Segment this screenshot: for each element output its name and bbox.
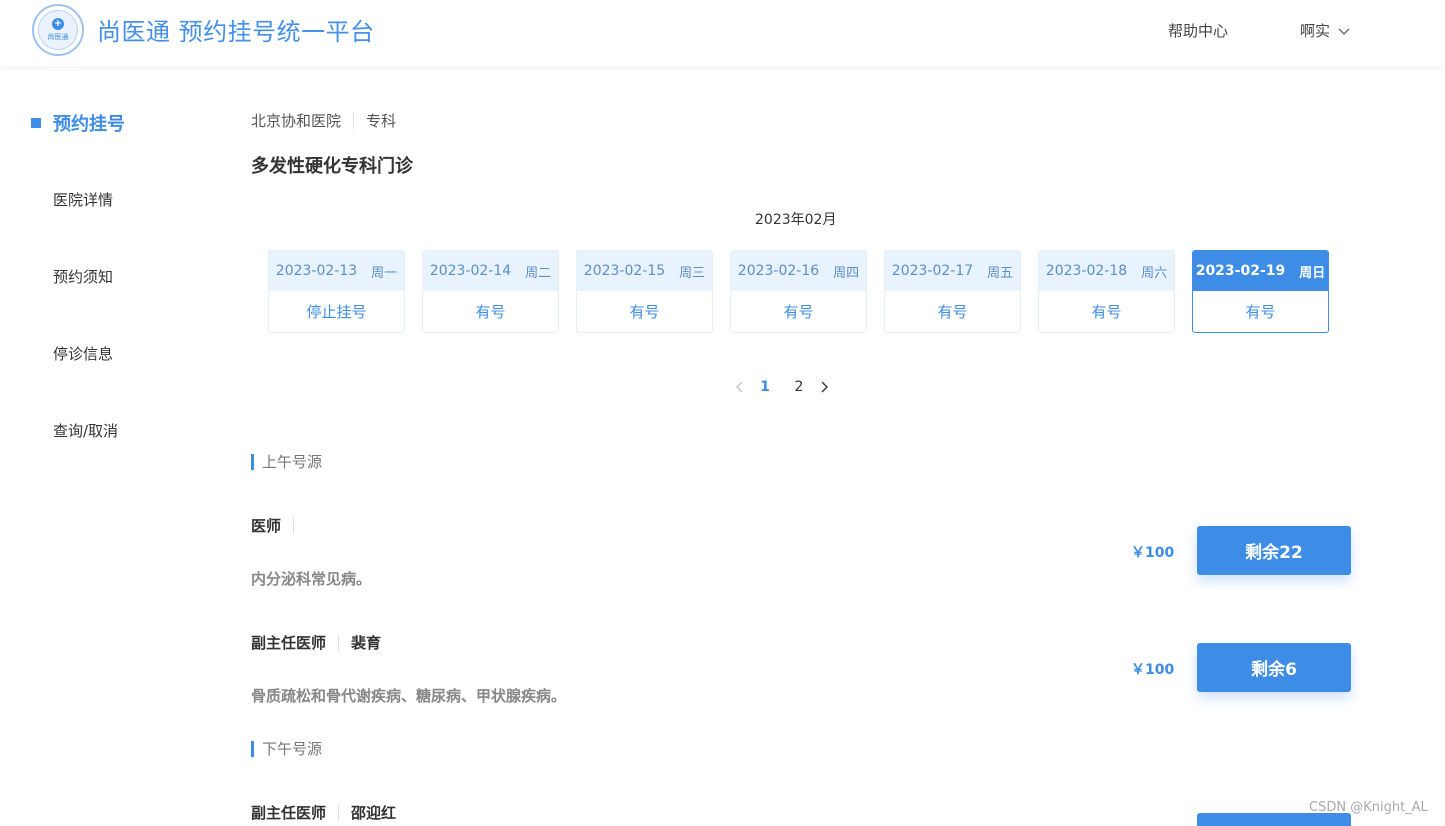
- date-text: 2023-02-13: [275, 263, 358, 279]
- logo-text: 尚医通: [47, 33, 69, 41]
- brand-title[interactable]: 尚医通 预约挂号统一平台: [97, 12, 375, 47]
- sidebar-item-booking-notice[interactable]: 预约须知: [53, 266, 113, 287]
- divider: [353, 112, 355, 129]
- divider: [338, 634, 340, 651]
- date-card[interactable]: 2023-02-17 周五 有号: [884, 250, 1021, 333]
- user-name: 啊实: [1300, 22, 1331, 40]
- book-remaining-button[interactable]: 剩余6: [1197, 643, 1351, 692]
- breadcrumb-hospital[interactable]: 北京协和医院: [251, 110, 341, 131]
- fee-amount: ￥100: [1131, 662, 1175, 678]
- weekday-text: 周四: [833, 265, 860, 281]
- chevron-left-icon[interactable]: [730, 378, 748, 396]
- doctor-title: 医师: [251, 517, 282, 535]
- availability-status: 有号: [629, 303, 660, 321]
- doctor-header: 副主任医师 裴育: [251, 632, 381, 653]
- sidebar-item-query-cancel[interactable]: 查询/取消: [53, 420, 118, 441]
- logo-emblem: + 尚医通: [38, 10, 78, 50]
- weekday-text: 周三: [679, 265, 706, 281]
- weekday-text: 周五: [987, 265, 1014, 281]
- section-title-text: 上午号源: [262, 453, 323, 471]
- help-center-link[interactable]: 帮助中心: [1168, 20, 1228, 41]
- breadcrumb-category[interactable]: 专科: [366, 110, 396, 131]
- department-title: 多发性硬化专科门诊: [251, 156, 413, 177]
- pagination: 1 2: [730, 378, 834, 396]
- date-text: 2023-02-15: [583, 263, 666, 279]
- sidebar-item-suspension-info[interactable]: 停诊信息: [53, 343, 113, 364]
- date-card[interactable]: 2023-02-13 周一 停止挂号: [268, 250, 405, 333]
- page-1-button[interactable]: 1: [748, 379, 782, 395]
- date-card[interactable]: 2023-02-18 周六 有号: [1038, 250, 1175, 333]
- afternoon-section-title: 下午号源: [251, 738, 322, 759]
- divider: [293, 517, 295, 534]
- date-card-selected[interactable]: 2023-02-19 周日 有号: [1192, 250, 1329, 333]
- availability-status: 有号: [475, 303, 506, 321]
- chevron-right-icon[interactable]: [816, 378, 834, 396]
- section-bar: [251, 453, 254, 470]
- doctor-header: 医师: [251, 515, 306, 536]
- top-header: + 尚医通 尚医通 预约挂号统一平台 帮助中心 啊实: [0, 0, 1445, 66]
- logo[interactable]: + 尚医通: [32, 4, 84, 56]
- date-text: 2023-02-17: [891, 263, 974, 279]
- date-text: 2023-02-18: [1045, 263, 1128, 279]
- availability-status: 有号: [783, 303, 814, 321]
- book-remaining-button[interactable]: 剩余22: [1197, 526, 1351, 575]
- watermark: CSDN @Knight_AL: [1309, 800, 1428, 815]
- fee-amount: ￥100: [1131, 545, 1175, 561]
- section-title-text: 下午号源: [262, 740, 323, 758]
- sidebar-item-hospital-detail[interactable]: 医院详情: [53, 189, 113, 210]
- date-text: 2023-02-16: [737, 263, 820, 279]
- sidebar-item-label: 预约挂号: [53, 114, 125, 135]
- user-menu[interactable]: 啊实: [1300, 20, 1350, 41]
- availability-status: 有号: [1091, 303, 1122, 321]
- divider: [338, 804, 340, 821]
- breadcrumb: 北京协和医院 专科: [251, 110, 396, 131]
- doctor-name: 裴育: [351, 634, 382, 652]
- section-bar: [251, 740, 254, 757]
- date-text: 2023-02-19: [1195, 263, 1286, 279]
- weekday-text: 周二: [525, 265, 552, 281]
- date-card[interactable]: 2023-02-14 周二 有号: [422, 250, 559, 333]
- availability-status: 有号: [1245, 303, 1276, 321]
- doctor-header: 副主任医师 邵迎红: [251, 802, 396, 823]
- date-card[interactable]: 2023-02-15 周三 有号: [576, 250, 713, 333]
- doctor-title: 副主任医师: [251, 634, 327, 652]
- date-text: 2023-02-14: [429, 263, 512, 279]
- doctor-skill: 内分泌科常见病。: [251, 570, 372, 588]
- weekday-text: 周日: [1299, 265, 1326, 281]
- active-indicator-icon: [31, 118, 41, 128]
- page-2-button[interactable]: 2: [782, 379, 816, 395]
- availability-status: 停止挂号: [306, 303, 367, 321]
- medical-cross-icon: +: [52, 18, 64, 30]
- weekday-text: 周六: [1141, 265, 1168, 281]
- weekday-text: 周一: [371, 265, 398, 281]
- date-card[interactable]: 2023-02-16 周四 有号: [730, 250, 867, 333]
- chevron-down-icon: [1338, 22, 1350, 40]
- doctor-skill: 骨质疏松和骨代谢疾病、糖尿病、甲状腺疾病。: [251, 687, 567, 705]
- month-label: 2023年02月: [755, 212, 837, 228]
- availability-status: 有号: [937, 303, 968, 321]
- sidebar-item-appointment[interactable]: 预约挂号: [31, 110, 125, 136]
- doctor-title: 副主任医师: [251, 804, 327, 822]
- morning-section-title: 上午号源: [251, 451, 322, 472]
- doctor-name: 邵迎红: [351, 804, 397, 822]
